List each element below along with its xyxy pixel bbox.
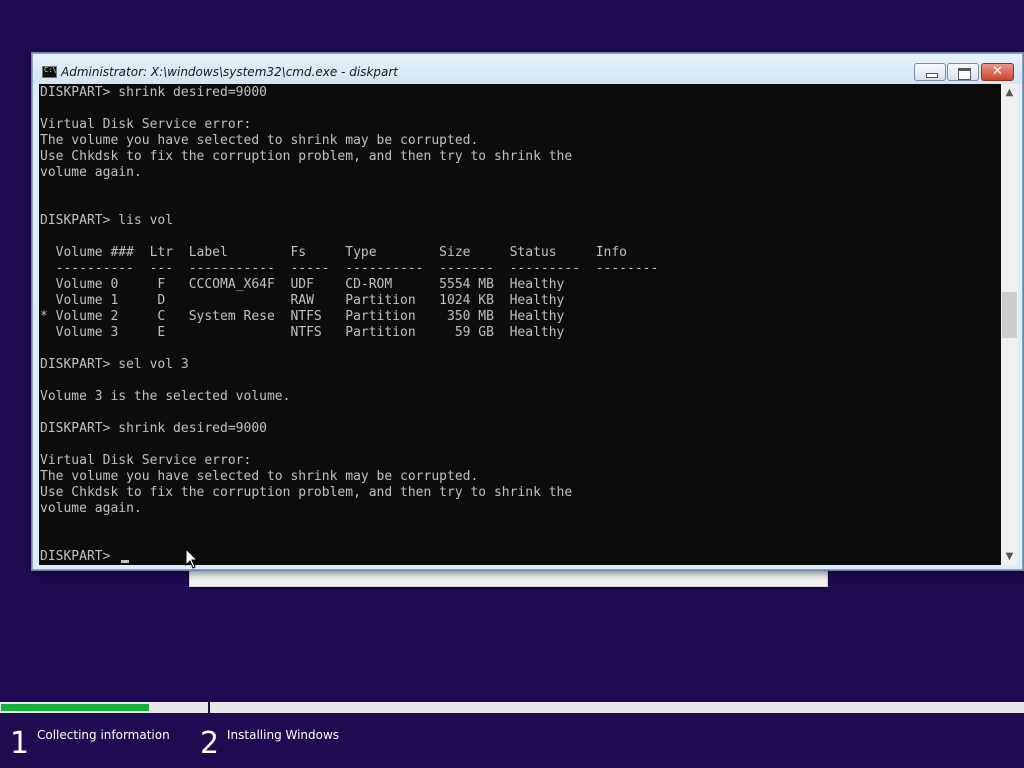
close-button[interactable]: ✕ <box>981 63 1014 81</box>
console-line: Volume 0 F CCCOMA_X64F UDF CD-ROM 5554 M… <box>40 277 565 292</box>
setup-progress-bar <box>0 702 1024 713</box>
console-output[interactable]: DISKPART> shrink desired=9000 Virtual Dis… <box>39 84 1001 565</box>
console-line: volume again. <box>40 165 142 180</box>
console-line: The volume you have selected to shrink m… <box>40 469 479 484</box>
console-line: Virtual Disk Service error: <box>40 117 252 132</box>
minimize-button[interactable] <box>914 63 946 81</box>
setup-window-behind <box>189 567 828 587</box>
console-line: ---------- --- ----------- ----- -------… <box>40 261 659 276</box>
step-number: 1 <box>10 726 30 761</box>
cmd-icon <box>42 66 57 78</box>
step-label: Collecting information <box>37 728 170 742</box>
progress-fill <box>1 704 149 711</box>
minimize-icon <box>915 64 945 80</box>
console-line: Volume 3 is the selected volume. <box>40 389 291 404</box>
console-line: DISKPART> shrink desired=9000 <box>40 421 267 436</box>
console-line: * Volume 2 C System Rese NTFS Partition … <box>40 309 565 324</box>
scroll-down-icon[interactable]: ▼ <box>1001 548 1018 565</box>
text-cursor <box>121 560 129 563</box>
maximize-icon <box>948 64 978 80</box>
title-bar[interactable]: Administrator: X:\windows\system32\cmd.e… <box>33 54 1022 84</box>
mouse-pointer-icon <box>185 548 199 569</box>
console-line: DISKPART> <box>40 549 119 564</box>
progress-step-divider <box>208 702 210 713</box>
setup-desktop: Administrator: X:\windows\system32\cmd.e… <box>0 0 1024 768</box>
console-line: Use Chkdsk to fix the corruption problem… <box>40 485 573 500</box>
vertical-scrollbar[interactable]: ▲ ▼ <box>1001 84 1018 565</box>
console-line: volume again. <box>40 501 142 516</box>
scroll-up-icon[interactable]: ▲ <box>1001 84 1018 101</box>
maximize-button[interactable] <box>947 63 979 81</box>
console-line: Virtual Disk Service error: <box>40 453 252 468</box>
step-label: Installing Windows <box>227 728 340 742</box>
console-line: The volume you have selected to shrink m… <box>40 133 479 148</box>
console-line: Volume 3 E NTFS Partition 59 GB Healthy <box>40 325 565 340</box>
step-number: 2 <box>200 726 220 761</box>
console-line: Volume 1 D RAW Partition 1024 KB Healthy <box>40 293 565 308</box>
cmd-window: Administrator: X:\windows\system32\cmd.e… <box>32 53 1023 570</box>
console-line: DISKPART> sel vol 3 <box>40 357 189 372</box>
window-title: Administrator: X:\windows\system32\cmd.e… <box>61 65 399 79</box>
console-line: Volume ### Ltr Label Fs Type Size Status… <box>40 245 627 260</box>
console-line: DISKPART> shrink desired=9000 <box>40 85 267 100</box>
console-line: DISKPART> lis vol <box>40 213 174 228</box>
close-icon: ✕ <box>992 64 1003 79</box>
scroll-thumb[interactable] <box>1002 292 1017 338</box>
console-line: Use Chkdsk to fix the corruption problem… <box>40 149 573 164</box>
